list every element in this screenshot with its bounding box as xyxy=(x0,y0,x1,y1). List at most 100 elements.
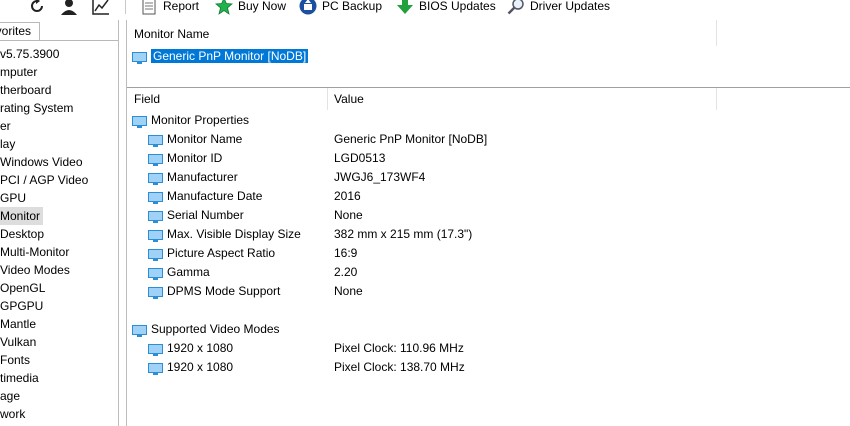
detail-row[interactable]: Monitor ID xyxy=(148,149,222,168)
tree-item-therboard[interactable]: therboard xyxy=(0,81,54,99)
toolbar-cut-icon-fragment[interactable] xyxy=(0,0,4,16)
field-value: 2.20 xyxy=(334,265,358,279)
detail-row[interactable]: Gamma xyxy=(148,263,210,282)
tree-item-mputer[interactable]: mputer xyxy=(0,63,40,81)
tab-underline xyxy=(0,40,118,41)
refresh-icon xyxy=(31,0,43,12)
tree-item-mantle[interactable]: Mantle xyxy=(0,315,39,333)
detail-row[interactable]: Max. Visible Display Size xyxy=(148,225,301,244)
field-name: Monitor ID xyxy=(167,151,223,165)
backup-icon xyxy=(299,0,317,15)
field-name: DPMS Mode Support xyxy=(167,284,281,298)
magnifier-icon xyxy=(507,0,524,15)
column-divider[interactable] xyxy=(327,88,328,110)
group-title: Monitor Properties xyxy=(151,113,250,127)
benchmark-button[interactable] xyxy=(92,0,115,16)
tree-item-gpu[interactable]: GPU xyxy=(0,189,29,207)
monitor-icon xyxy=(148,286,163,299)
selected-device-item[interactable]: Generic PnP Monitor [NoDB] xyxy=(132,47,309,65)
monitor-icon xyxy=(148,362,163,375)
device-list-header[interactable]: Monitor Name xyxy=(134,23,209,45)
tree-item-lay[interactable]: lay xyxy=(0,135,18,153)
field-value: Pixel Clock: 138.70 MHz xyxy=(334,360,465,374)
detail-row[interactable]: Picture Aspect Ratio xyxy=(148,244,275,263)
monitor-icon xyxy=(148,153,163,166)
column-divider xyxy=(716,88,717,110)
detail-row[interactable]: 1920 x 1080 xyxy=(148,339,233,358)
toolbar: Report Buy Now PC Backup BIOS Updates Dr… xyxy=(0,0,850,17)
field-value: 16:9 xyxy=(334,246,358,260)
field-name: Max. Visible Display Size xyxy=(167,227,301,241)
toolbar-separator xyxy=(125,0,126,14)
detail-row[interactable]: DPMS Mode Support xyxy=(148,282,280,301)
report-button[interactable]: Report xyxy=(140,0,199,16)
field-name: Gamma xyxy=(167,265,210,279)
driver-updates-button[interactable]: Driver Updates xyxy=(507,0,610,16)
buy-now-button[interactable]: Buy Now xyxy=(215,0,286,16)
field-name: Monitor Name xyxy=(167,132,243,146)
user-icon xyxy=(61,0,77,15)
field-column-header[interactable]: Field xyxy=(134,88,160,110)
value-column-header[interactable]: Value xyxy=(334,88,364,110)
report-icon xyxy=(142,0,156,15)
detail-row[interactable]: Manufacturer xyxy=(148,168,238,187)
bios-updates-label: BIOS Updates xyxy=(419,0,496,13)
bios-updates-button[interactable]: BIOS Updates xyxy=(396,0,496,16)
favorites-tab[interactable]: ivorites xyxy=(0,22,40,40)
tree-item-work[interactable]: work xyxy=(0,405,28,423)
field-value: Pixel Clock: 110.96 MHz xyxy=(334,341,464,355)
group-header[interactable]: Supported Video Modes xyxy=(132,320,280,339)
navigation-tree[interactable]: ivorites v5.75.3900mputertherboardrating… xyxy=(0,20,119,426)
tree-item-fonts[interactable]: Fonts xyxy=(0,351,33,369)
pane-splitter[interactable] xyxy=(127,87,850,88)
star-icon xyxy=(215,0,233,15)
tree-item-v5-75-3900[interactable]: v5.75.3900 xyxy=(0,45,62,63)
field-name: Picture Aspect Ratio xyxy=(167,246,276,260)
monitor-icon xyxy=(148,248,163,261)
monitor-icon xyxy=(148,267,163,280)
group-title: Supported Video Modes xyxy=(151,322,280,336)
tree-item-pci-agp-video[interactable]: PCI / AGP Video xyxy=(0,171,91,189)
monitor-icon xyxy=(132,115,147,128)
field-name: Manufacture Date xyxy=(167,189,263,203)
tree-item-vulkan[interactable]: Vulkan xyxy=(0,333,39,351)
tree-item-gpgpu[interactable]: GPGPU xyxy=(0,297,46,315)
detail-row[interactable]: 1920 x 1080 xyxy=(148,358,233,377)
tree-item-desktop[interactable]: Desktop xyxy=(0,225,47,243)
driver-updates-label: Driver Updates xyxy=(530,0,611,13)
monitor-icon xyxy=(132,51,147,64)
field-value: Generic PnP Monitor [NoDB] xyxy=(334,132,488,146)
pc-backup-button[interactable]: PC Backup xyxy=(299,0,382,16)
refresh-button[interactable] xyxy=(28,0,51,16)
detail-row[interactable]: Serial Number xyxy=(148,206,244,225)
download-arrow-icon xyxy=(397,0,413,14)
monitor-icon xyxy=(148,229,163,242)
column-divider xyxy=(716,20,717,46)
field-value: None xyxy=(334,208,363,222)
tree-item-opengl[interactable]: OpenGL xyxy=(0,279,48,297)
monitor-icon xyxy=(148,191,163,204)
selected-device-name: Generic PnP Monitor [NoDB] xyxy=(151,49,309,63)
tree-item-multi-monitor[interactable]: Multi-Monitor xyxy=(0,243,72,261)
buy-now-label: Buy Now xyxy=(238,0,287,13)
tree-item-timedia[interactable]: timedia xyxy=(0,369,42,387)
tree-item-windows-video[interactable]: Windows Video xyxy=(0,153,86,171)
monitor-icon xyxy=(148,210,163,223)
tree-item-age[interactable]: age xyxy=(0,387,23,405)
user-button[interactable] xyxy=(60,0,83,16)
tree-item-er[interactable]: er xyxy=(0,117,14,135)
tree-item-monitor[interactable]: Monitor xyxy=(0,207,44,225)
field-name: Serial Number xyxy=(167,208,244,222)
field-name: Manufacturer xyxy=(167,170,238,184)
partial-icon xyxy=(0,0,4,15)
monitor-icon xyxy=(148,134,163,147)
tree-item-rating-system[interactable]: rating System xyxy=(0,99,76,117)
field-value: 2016 xyxy=(334,189,361,203)
detail-row[interactable]: Monitor Name xyxy=(148,130,242,149)
field-value: JWGJ6_173WF4 xyxy=(334,170,426,184)
tree-item-video-modes[interactable]: Video Modes xyxy=(0,261,73,279)
chart-line-icon xyxy=(92,0,109,15)
field-name: 1920 x 1080 xyxy=(167,341,234,355)
group-header[interactable]: Monitor Properties xyxy=(132,111,249,130)
detail-row[interactable]: Manufacture Date xyxy=(148,187,262,206)
